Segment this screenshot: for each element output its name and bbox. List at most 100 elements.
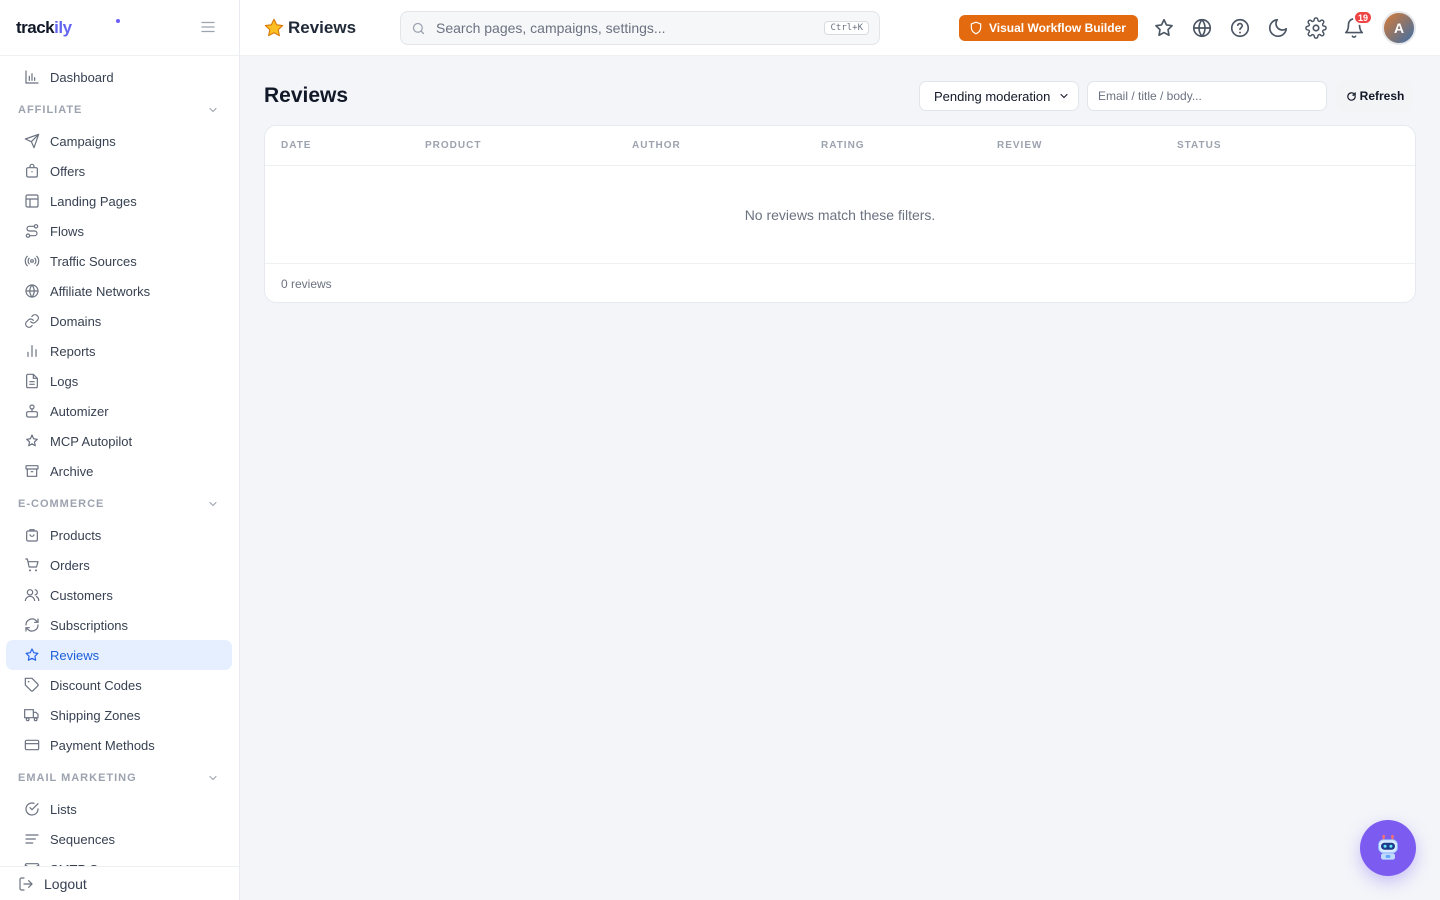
sidebar-item-offers[interactable]: Offers bbox=[6, 156, 232, 186]
layout-icon bbox=[24, 193, 40, 209]
column-header-rating[interactable]: RATING bbox=[821, 140, 865, 151]
star-emoji-icon bbox=[264, 18, 284, 37]
sidebar-item-smtp-servers[interactable]: SMTP Servers bbox=[6, 854, 232, 866]
refresh-button[interactable]: Refresh bbox=[1337, 81, 1413, 111]
sidebar-item-label: Affiliate Networks bbox=[50, 283, 151, 299]
sidebar-item-label: Customers bbox=[50, 587, 113, 603]
users-icon bbox=[24, 587, 40, 603]
cart-icon bbox=[24, 557, 40, 573]
ai-assistant-button[interactable] bbox=[1360, 820, 1416, 876]
truck-icon bbox=[24, 707, 40, 723]
table-header: DATE PRODUCT AUTHOR RATING REVIEW STATUS bbox=[265, 126, 1415, 166]
sidebar-item-landing-pages[interactable]: Landing Pages bbox=[6, 186, 232, 216]
sidebar-item-label: Campaigns bbox=[50, 133, 116, 149]
notification-badge: 19 bbox=[1353, 10, 1374, 25]
refresh-icon bbox=[1346, 91, 1356, 101]
menu-toggle-icon[interactable] bbox=[199, 18, 217, 36]
user-avatar[interactable]: A bbox=[1382, 11, 1416, 45]
brand-dot-icon bbox=[116, 19, 120, 23]
radio-icon bbox=[24, 253, 40, 269]
gear-icon[interactable] bbox=[1305, 17, 1327, 39]
sidebar-item-shipping-zones[interactable]: Shipping Zones bbox=[6, 700, 232, 730]
globe-icon bbox=[24, 283, 40, 299]
review-search-input[interactable] bbox=[1087, 81, 1327, 111]
sidebar-item-mcp-autopilot[interactable]: MCP Autopilot bbox=[6, 426, 232, 456]
sidebar-item-reports[interactable]: Reports bbox=[6, 336, 232, 366]
sidebar-item-orders[interactable]: Orders bbox=[6, 550, 232, 580]
archive-icon bbox=[24, 463, 40, 479]
header-title-text: Reviews bbox=[288, 18, 357, 37]
star-icon[interactable] bbox=[1153, 17, 1175, 39]
chevron-down-icon bbox=[1058, 90, 1070, 102]
sidebar-item-label: Shipping Zones bbox=[50, 707, 141, 723]
sidebar-item-sequences[interactable]: Sequences bbox=[6, 824, 232, 854]
top-header: Reviews Ctrl+K Visual Workflow Builder 1… bbox=[240, 0, 1440, 56]
moon-icon[interactable] bbox=[1267, 17, 1289, 39]
sidebar-item-label: Payment Methods bbox=[50, 737, 155, 753]
check-circle-icon bbox=[24, 801, 40, 817]
sidebar-section-affiliate[interactable]: AFFILIATE bbox=[0, 94, 239, 126]
sidebar-item-label: Orders bbox=[50, 557, 90, 573]
chevron-down-icon bbox=[207, 772, 219, 784]
link-icon bbox=[24, 313, 40, 329]
column-header-author[interactable]: AUTHOR bbox=[632, 140, 681, 151]
sidebar-item-logs[interactable]: Logs bbox=[6, 366, 232, 396]
sidebar-item-archive[interactable]: Archive bbox=[6, 456, 232, 486]
sidebar-item-affiliate-networks[interactable]: Affiliate Networks bbox=[6, 276, 232, 306]
card-icon bbox=[24, 737, 40, 753]
column-header-review[interactable]: REVIEW bbox=[997, 140, 1042, 151]
header-title: Reviews bbox=[263, 17, 356, 39]
sidebar-item-domains[interactable]: Domains bbox=[6, 306, 232, 336]
globe-icon[interactable] bbox=[1191, 17, 1213, 39]
sidebar-item-flows[interactable]: Flows bbox=[6, 216, 232, 246]
logout-icon bbox=[18, 876, 34, 892]
brand-logo[interactable]: trackily bbox=[16, 18, 72, 38]
sidebar-item-dashboard[interactable]: Dashboard bbox=[6, 62, 232, 92]
visual-workflow-builder-button[interactable]: Visual Workflow Builder bbox=[959, 15, 1138, 41]
help-icon[interactable] bbox=[1229, 17, 1251, 39]
package-icon bbox=[24, 527, 40, 543]
sidebar-item-label: Lists bbox=[50, 801, 77, 817]
sidebar-item-subscriptions[interactable]: Subscriptions bbox=[6, 610, 232, 640]
column-header-product[interactable]: PRODUCT bbox=[425, 140, 481, 151]
sidebar-section-title: EMAIL MARKETING bbox=[18, 772, 137, 784]
sidebar-item-lists[interactable]: Lists bbox=[6, 794, 232, 824]
bag-icon bbox=[24, 163, 40, 179]
sidebar-item-campaigns[interactable]: Campaigns bbox=[6, 126, 232, 156]
sidebar-section-e-commerce[interactable]: E-COMMERCE bbox=[0, 488, 239, 520]
route-icon bbox=[24, 223, 40, 239]
chevron-down-icon bbox=[207, 498, 219, 510]
visual-workflow-builder-label: Visual Workflow Builder bbox=[989, 21, 1126, 35]
sidebar-item-label: Products bbox=[50, 527, 102, 543]
global-search[interactable]: Ctrl+K bbox=[400, 11, 880, 45]
chevron-down-icon bbox=[207, 104, 219, 116]
send-icon bbox=[24, 133, 40, 149]
status-filter-select[interactable]: Pending moderation bbox=[919, 81, 1079, 111]
sidebar-item-automizer[interactable]: Automizer bbox=[6, 396, 232, 426]
status-filter-value: Pending moderation bbox=[934, 88, 1051, 104]
search-shortcut-hint: Ctrl+K bbox=[824, 21, 869, 35]
sidebar-header: trackily bbox=[0, 0, 239, 56]
sidebar-item-label: Offers bbox=[50, 163, 86, 179]
sidebar: trackily Dashboard AFFILIATE Campaigns Offe… bbox=[0, 0, 240, 900]
shield-icon bbox=[970, 21, 982, 35]
logout-button[interactable]: Logout bbox=[0, 866, 239, 900]
sidebar-nav: Dashboard AFFILIATE Campaigns Offers Landing… bbox=[0, 62, 239, 866]
sidebar-section-email-marketing[interactable]: EMAIL MARKETING bbox=[0, 762, 239, 794]
sidebar-item-payment-methods[interactable]: Payment Methods bbox=[6, 730, 232, 760]
sidebar-item-products[interactable]: Products bbox=[6, 520, 232, 550]
page-title: Reviews bbox=[264, 84, 349, 107]
sidebar-item-label: Landing Pages bbox=[50, 193, 137, 209]
column-header-date[interactable]: DATE bbox=[281, 140, 311, 151]
search-icon bbox=[412, 22, 425, 34]
bar-chart-icon bbox=[24, 343, 40, 359]
column-header-status[interactable]: STATUS bbox=[1177, 140, 1222, 151]
search-input[interactable] bbox=[436, 20, 816, 36]
sidebar-item-discount-codes[interactable]: Discount Codes bbox=[6, 670, 232, 700]
sidebar-item-reviews[interactable]: Reviews bbox=[6, 640, 232, 670]
refresh-icon bbox=[24, 617, 40, 633]
review-count: 0 reviews bbox=[281, 277, 332, 291]
sidebar-item-customers[interactable]: Customers bbox=[6, 580, 232, 610]
sidebar-item-traffic-sources[interactable]: Traffic Sources bbox=[6, 246, 232, 276]
reviews-table: DATE PRODUCT AUTHOR RATING REVIEW STATUS… bbox=[264, 125, 1416, 303]
